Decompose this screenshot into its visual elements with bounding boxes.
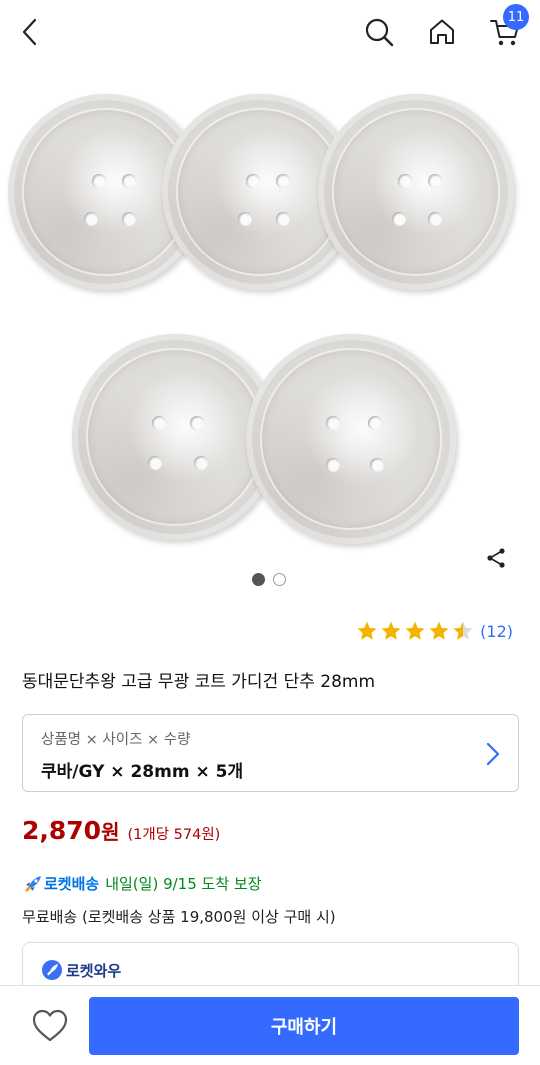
- sale-price: 2,870: [22, 816, 102, 845]
- product-title: 동대문단추왕 고급 무광 코트 가디건 단추 28mm: [22, 672, 376, 692]
- review-count-link[interactable]: (12): [480, 622, 513, 641]
- star-full-icon: [357, 621, 377, 640]
- chevron-left-icon: [22, 18, 37, 46]
- rocket-wow-label: 로켓와우: [66, 961, 122, 980]
- star-full-icon: [381, 621, 401, 640]
- price-currency: 원: [101, 820, 120, 844]
- home-button[interactable]: [420, 10, 464, 54]
- chevron-right-icon: [486, 742, 500, 766]
- gallery-pagination: [252, 573, 286, 586]
- rocket-delivery-label: 로켓배송: [44, 875, 100, 893]
- star-full-icon: [429, 621, 449, 640]
- share-icon: [487, 548, 505, 568]
- back-button[interactable]: [8, 10, 52, 54]
- pagination-dot-1[interactable]: [252, 573, 265, 586]
- unit-price: (1개당 574원): [127, 827, 221, 843]
- bottom-action-bar: 구매하기: [0, 985, 540, 1065]
- product-image-button-5: [246, 334, 456, 544]
- product-rating[interactable]: (12): [356, 620, 513, 642]
- free-shipping-text: 무료배송 (로켓배송 상품 19,800원 이상 구매 시): [22, 908, 336, 926]
- delivery-date: 내일(일) 9/15 도착 보장: [105, 875, 262, 893]
- top-navigation-bar: 11: [0, 0, 540, 64]
- rocket-icon: [25, 875, 41, 892]
- product-image-gallery[interactable]: [0, 64, 540, 564]
- delivery-info: 로켓배송 내일(일) 9/15 도착 보장: [22, 873, 262, 894]
- heart-icon: [32, 1009, 68, 1042]
- search-icon: [365, 18, 394, 47]
- price-block: 2,870 원 (1개당 574원): [22, 816, 220, 845]
- search-button[interactable]: [357, 10, 401, 54]
- product-image-button-3: [318, 94, 514, 290]
- wishlist-button[interactable]: [30, 1008, 70, 1044]
- pagination-dot-2[interactable]: [273, 573, 286, 586]
- option-label: 상품명 × 사이즈 × 수량: [41, 732, 191, 748]
- cart-count-badge: 11: [503, 4, 529, 30]
- option-selector[interactable]: 상품명 × 사이즈 × 수량 쿠바/GY × 28mm × 5개: [22, 714, 519, 792]
- home-icon: [430, 19, 454, 44]
- buy-now-button[interactable]: 구매하기: [89, 997, 519, 1055]
- option-value: 쿠바/GY × 28mm × 5개: [41, 762, 244, 782]
- rocket-wow-icon: [42, 960, 62, 980]
- cart-button[interactable]: 11: [483, 4, 529, 54]
- star-half-icon: [453, 621, 473, 640]
- rocket-wow-row: 로켓와우: [41, 959, 121, 981]
- share-button[interactable]: [484, 546, 508, 570]
- star-full-icon: [405, 621, 425, 640]
